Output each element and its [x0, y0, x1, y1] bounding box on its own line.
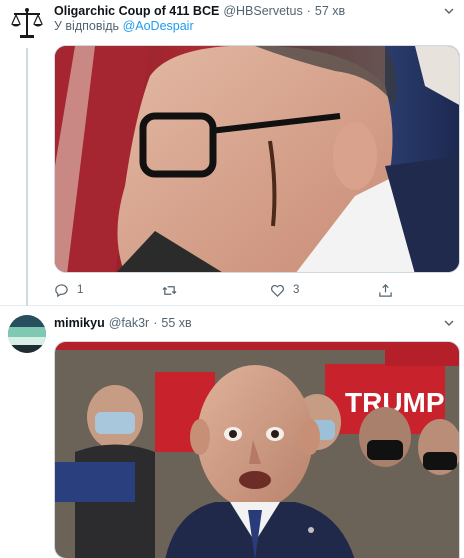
display-name[interactable]: Oligarchic Coup of 411 BCE	[54, 4, 219, 18]
more-options-icon[interactable]	[442, 314, 456, 332]
heart-icon	[271, 284, 284, 297]
retweet-icon	[162, 285, 177, 295]
timestamp[interactable]: 57 хв	[315, 4, 345, 18]
scales-of-justice-icon	[11, 8, 43, 38]
share-icon	[379, 283, 392, 297]
photo-image: TRUMP	[55, 342, 459, 558]
reply-icon	[55, 283, 68, 297]
tweet[interactable]: Oligarchic Coup of 411 BCE @HBServetus ·…	[0, 0, 464, 306]
tweet-actions: 1 3	[54, 281, 424, 299]
tweet[interactable]: mimikyu @fak3r · 55 хв TRUMP	[0, 307, 464, 558]
separator: ·	[306, 4, 311, 18]
thread-connector-line	[26, 48, 28, 306]
like-count: 3	[293, 284, 300, 296]
reply-context: У відповідь @AoDespair	[54, 19, 194, 33]
landscape-avatar-icon	[8, 315, 46, 353]
user-handle[interactable]: @fak3r	[109, 316, 149, 330]
timestamp[interactable]: 55 хв	[161, 316, 191, 330]
reply-mention-link[interactable]: @AoDespair	[123, 19, 194, 33]
avatar[interactable]	[8, 315, 46, 353]
photo-image	[55, 46, 459, 272]
tweet-photo[interactable]: TRUMP	[54, 341, 460, 558]
avatar[interactable]	[8, 4, 46, 42]
tweet-photo[interactable]	[54, 45, 460, 273]
tweet-header: Oligarchic Coup of 411 BCE @HBServetus ·…	[54, 2, 456, 20]
separator: ·	[153, 316, 158, 330]
reply-prefix: У відповідь	[54, 19, 120, 33]
more-options-icon[interactable]	[442, 2, 456, 20]
reply-button[interactable]: 1	[54, 281, 83, 299]
display-name[interactable]: mimikyu	[54, 316, 105, 330]
reply-count: 1	[77, 284, 84, 296]
user-handle[interactable]: @HBServetus	[223, 4, 302, 18]
share-button[interactable]	[378, 281, 393, 299]
like-button[interactable]: 3	[270, 281, 299, 299]
retweet-button[interactable]	[162, 281, 185, 299]
tweet-header: mimikyu @fak3r · 55 хв	[54, 314, 456, 332]
